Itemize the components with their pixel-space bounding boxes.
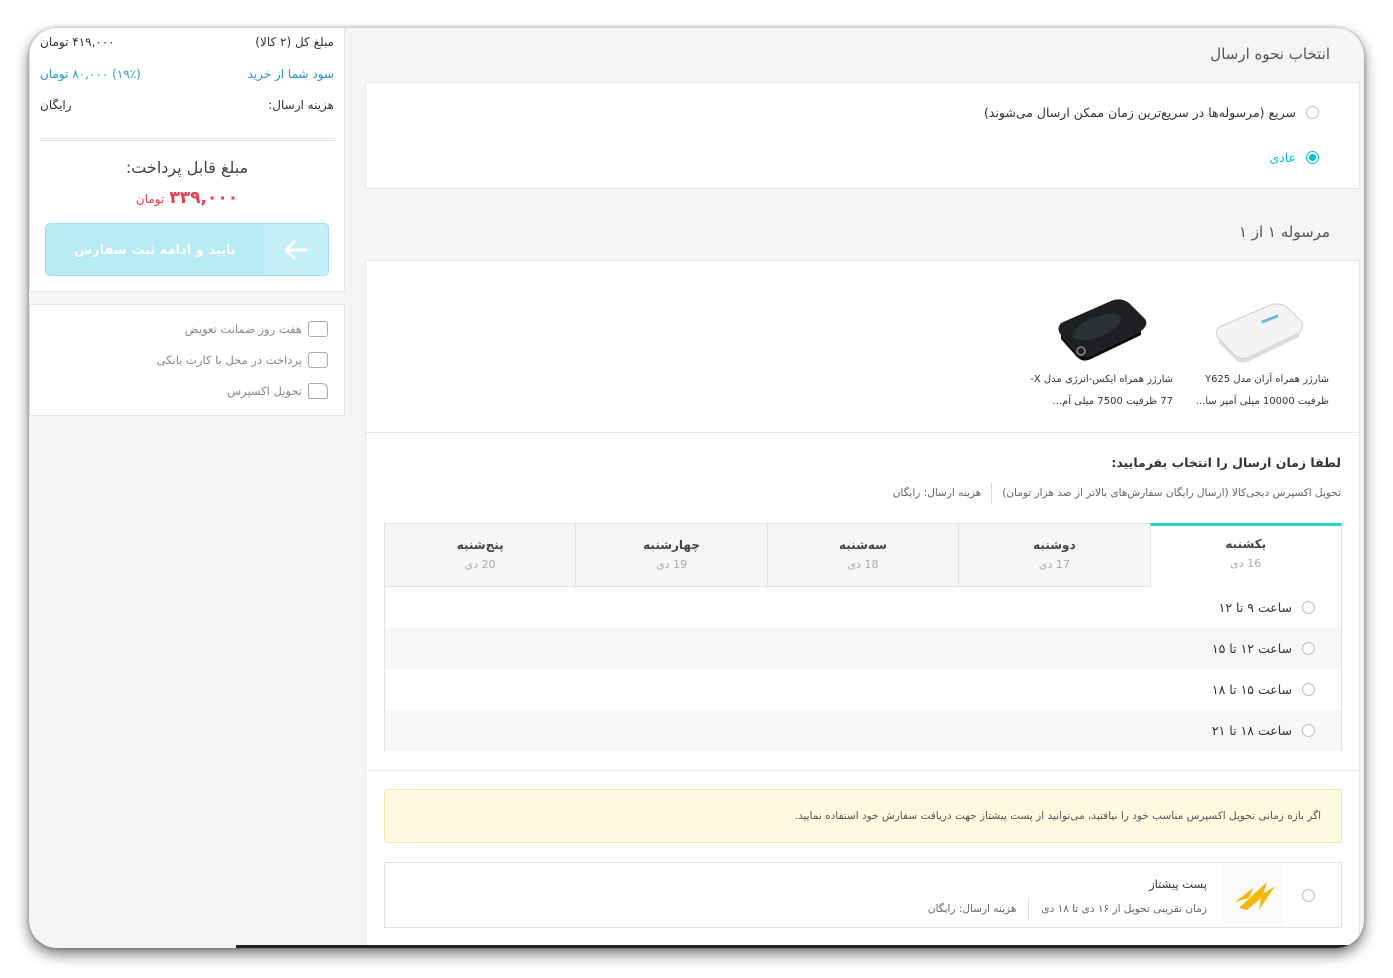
shipping-option-fast[interactable]: سریع (مرسوله‌ها در سریع‌ترین زمان ممکن ا… xyxy=(984,105,1319,120)
total-row: مبلغ کل (۲ کالا) ۴۱۹,۰۰۰ تومان xyxy=(40,35,334,49)
express-info-row: تحویل اکسپرس دیجی‌کالا (ارسال رایگان سفا… xyxy=(893,482,1341,504)
post-option-card[interactable]: پست پیشتاز زمان تقریبی تحویل از ۱۶ دی تا… xyxy=(384,862,1342,928)
features-card: هفت روز ضمانت تعویض پرداخت در محل با کار… xyxy=(29,304,345,416)
app-window: انتخاب نحوه ارسال سریع (مرسوله‌ها در سری… xyxy=(29,28,1364,948)
post-eta: زمان تقریبی تحویل از ۱۶ دی تا ۱۸ دی xyxy=(1041,903,1207,915)
tab-day-wednesday[interactable]: چهارشنبه 19 دی xyxy=(575,523,767,587)
feature-item: پرداخت در محل با کارت بانکی xyxy=(157,352,328,368)
radio-slot[interactable] xyxy=(1302,724,1315,737)
radio-slot[interactable] xyxy=(1302,601,1315,614)
payable-currency: تومان xyxy=(135,192,165,206)
separator xyxy=(1028,899,1030,919)
feature-item: هفت روز ضمانت تعویض xyxy=(185,321,328,337)
arrow-left-icon xyxy=(264,224,328,275)
express-info: تحویل اکسپرس دیجی‌کالا (ارسال رایگان سفا… xyxy=(1002,487,1341,499)
confirm-order-button[interactable]: تایید و ادامه ثبت سفارش xyxy=(45,223,329,276)
confirm-button-label: تایید و ادامه ثبت سفارش xyxy=(74,243,236,258)
express-delivery-icon xyxy=(308,383,328,399)
radio-fast[interactable] xyxy=(1306,106,1319,119)
product-item[interactable]: شارژر همراه آران مدل Y625 ظرفیت 10000 می… xyxy=(1179,289,1329,413)
shipping-method-title: انتخاب نحوه ارسال xyxy=(1210,45,1330,63)
divider xyxy=(366,770,1359,771)
parcel-title: مرسوله ۱ از ۱ xyxy=(1238,223,1330,241)
payable-amount-row: ۳۳۹,۰۰۰ تومان xyxy=(30,188,344,208)
product-image-black-powerbank xyxy=(1023,289,1173,369)
tab-day-tuesday[interactable]: سه‌شنبه 18 دی xyxy=(766,523,959,587)
tab-day-thursday[interactable]: پنج‌شنبه 20 دی xyxy=(383,523,576,587)
post-shipping-cost: هزینه ارسال: رایگان xyxy=(927,903,1017,915)
post-info-row: زمان تقریبی تحویل از ۱۶ دی تا ۱۸ دی هزین… xyxy=(928,899,1207,919)
product-item[interactable]: شارژر همراه ایکس-انرژی مدل X- 77 ظرفیت 7… xyxy=(1023,289,1173,413)
separator xyxy=(991,482,993,504)
post-logo-icon xyxy=(1223,864,1283,926)
radio-post[interactable] xyxy=(1302,889,1315,902)
window-bottom-edge xyxy=(236,945,1364,948)
order-summary-sidebar: مبلغ کل (۲ کالا) ۴۱۹,۰۰۰ تومان سود شما ا… xyxy=(29,28,345,948)
summary-card: مبلغ کل (۲ کالا) ۴۱۹,۰۰۰ تومان سود شما ا… xyxy=(29,28,345,292)
radio-normal[interactable] xyxy=(1306,151,1319,164)
time-slot[interactable]: ساعت ۱۲ تا ۱۵ xyxy=(385,628,1341,669)
time-slot[interactable]: ساعت ۱۵ تا ۱۸ xyxy=(385,669,1341,710)
post-notice: اگر بازه زمانی تحویل اکسپرس مناسب خود را… xyxy=(384,789,1342,843)
shipping-method-card: سریع (مرسوله‌ها در سریع‌ترین زمان ممکن ا… xyxy=(365,82,1360,189)
divider xyxy=(366,432,1359,433)
express-shipping-cost: هزینه ارسال: رایگان xyxy=(892,487,982,499)
pay-on-delivery-icon xyxy=(308,352,328,368)
payable-amount: ۳۳۹,۰۰۰ xyxy=(169,188,239,208)
post-title: پست پیشتاز xyxy=(1149,877,1207,891)
radio-slot[interactable] xyxy=(1302,683,1315,696)
product-image-white-powerbank xyxy=(1179,289,1329,369)
main-column: انتخاب نحوه ارسال سریع (مرسوله‌ها در سری… xyxy=(365,28,1364,948)
shipping-option-normal[interactable]: عادی xyxy=(1269,150,1319,165)
seven-day-guarantee-icon xyxy=(308,321,328,337)
delivery-day-tabs: یکشنبه 16 دی دوشنبه 17 دی سه‌شنبه 18 دی … xyxy=(383,523,1342,587)
divider xyxy=(40,138,334,141)
payable-label: مبلغ قابل پرداخت: xyxy=(125,158,249,177)
radio-slot[interactable] xyxy=(1302,642,1315,655)
shipping-cost-row: هزینه ارسال: رایگان xyxy=(40,98,334,112)
tab-day-sunday[interactable]: یکشنبه 16 دی xyxy=(1149,523,1342,587)
discount-row: سود شما از خرید (۱۹٪) ۸۰,۰۰۰ تومان xyxy=(40,67,334,81)
parcel-card: شارژر همراه آران مدل Y625 ظرفیت 10000 می… xyxy=(365,260,1360,948)
time-slot[interactable]: ساعت ۱۸ تا ۲۱ xyxy=(385,710,1341,751)
feature-item: تحویل اکسپرس xyxy=(227,383,328,399)
time-slot-list: ساعت ۹ تا ۱۲ ساعت ۱۲ تا ۱۵ ساعت ۱۵ تا ۱۸… xyxy=(384,587,1342,751)
tab-day-monday[interactable]: دوشنبه 17 دی xyxy=(958,523,1150,587)
time-prompt: لطفا زمان ارسال را انتخاب بفرمایید: xyxy=(1111,455,1341,470)
time-slot[interactable]: ساعت ۹ تا ۱۲ xyxy=(385,587,1341,628)
